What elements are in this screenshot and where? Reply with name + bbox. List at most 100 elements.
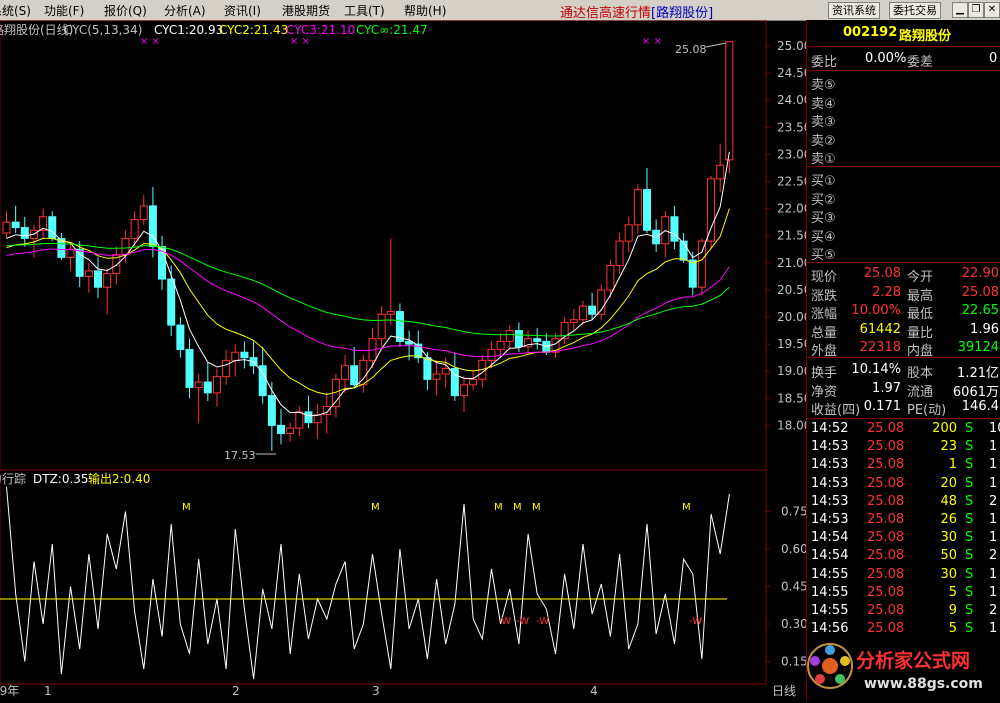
menu-system[interactable]: 系统(S) [0, 2, 31, 19]
stat-value: 39124 [957, 340, 999, 356]
menu-bar: 系统(S) 功能(F) 报价(Q) 分析(A) 资讯(I) 港股期货 工具(T)… [0, 0, 1000, 21]
y-tick-label: 22.50 [777, 175, 806, 189]
menu-help[interactable]: 帮助(H) [404, 2, 446, 19]
sell-level: 卖① [807, 147, 1000, 167]
tick-count: 2 [989, 493, 998, 509]
menu-hk-futures[interactable]: 港股期货 [282, 2, 330, 19]
candlesticks [2, 41, 734, 451]
tick-count: 2 [989, 603, 998, 618]
stat-label: 最低 [907, 307, 934, 323]
tick-time: 14:52 [811, 421, 849, 436]
candle-body [2, 221, 11, 234]
candle-body [222, 359, 231, 378]
tick-time: 14:55 [811, 603, 849, 618]
stock-title-row: 002192 路翔股份 [807, 24, 1000, 44]
buy-label: 买③ [811, 211, 836, 227]
candle-body [267, 395, 276, 426]
stat-label: 净资 [811, 384, 838, 400]
restore-icon[interactable]: ❐ [968, 2, 984, 18]
candle-body [588, 305, 597, 315]
logo-petal [840, 656, 850, 666]
main-plot-border [0, 20, 767, 471]
minimize-icon[interactable]: ▁ [952, 2, 968, 18]
tick-volume: 20 [940, 475, 957, 491]
kline-chart[interactable]: × × × × × × 25.00 24.50 24.00 23.50 23.00 22.50… [0, 20, 806, 700]
tick-side: S [965, 421, 974, 436]
tick-price: 25.08 [867, 621, 905, 637]
divider [807, 262, 1000, 263]
tick-count: 2 [989, 548, 998, 564]
menu-quote[interactable]: 报价(Q) [104, 2, 147, 19]
candle-body [496, 340, 505, 351]
stat-label: 总量 [811, 325, 838, 341]
tick-row: 14:55 25.08 5 S 1 [807, 584, 1000, 602]
candle-body [688, 259, 697, 288]
tick-price: 25.08 [867, 603, 905, 618]
stat-label: 股本 [907, 366, 934, 381]
stock-code: 002192 [843, 25, 898, 40]
sell-level: 卖② [807, 129, 1000, 149]
stat-label: 涨跌 [811, 288, 838, 304]
y-tick-label: 23.00 [777, 147, 806, 161]
sell-label: 卖⑤ [811, 78, 836, 93]
tick-time: 14:53 [811, 512, 849, 527]
menu-tools[interactable]: 工具(T) [344, 2, 385, 19]
logo-petal [815, 674, 825, 684]
cycinf-value: CYC∞:21.47 [356, 23, 428, 37]
tick-row: 14:54 25.08 30 S 1 [807, 529, 1000, 547]
candle-body [578, 305, 587, 321]
menu-info[interactable]: 资讯(I) [224, 2, 261, 19]
info-system-button[interactable]: 资讯系统 [828, 2, 880, 19]
indicator-name[interactable]: CYC(5,13,34) [64, 23, 142, 37]
candle-body [94, 270, 102, 288]
tick-row: 14:52 25.08 200 S 10 [807, 420, 1000, 438]
sub-tick-label: 0.75 [781, 505, 806, 519]
tick-volume: 30 [940, 530, 957, 546]
candle-body [103, 273, 112, 288]
tick-side: S [965, 621, 974, 637]
candle-body [231, 351, 240, 361]
tick-price: 25.08 [867, 493, 905, 509]
tick-count: 1 [989, 512, 998, 527]
candle-body [615, 240, 624, 267]
divider [807, 357, 1000, 358]
tick-count: 10 [989, 421, 1000, 436]
tick-time: 14:54 [811, 548, 849, 564]
tick-count: 1 [989, 621, 998, 637]
stat-label: 换手 [811, 366, 838, 381]
y-tick-label: 20.50 [777, 283, 806, 297]
tick-price: 25.08 [867, 584, 905, 600]
divider [807, 418, 1000, 419]
tick-row: 14:53 25.08 23 S 1 [807, 438, 1000, 456]
candle-body [84, 270, 93, 277]
divider [807, 166, 1000, 167]
tick-volume: 23 [940, 439, 957, 455]
close-icon[interactable]: ✕ [984, 2, 1000, 18]
tick-volume: 9 [948, 603, 957, 618]
weicha-value: 0 [989, 51, 998, 66]
watermark-text: 分析家公式网 [856, 649, 970, 672]
menu-analysis[interactable]: 分析(A) [164, 2, 206, 19]
logo-petal [810, 656, 820, 666]
signal-w-mark: -W [516, 616, 529, 627]
divider [807, 46, 1000, 47]
candle-body [341, 365, 350, 380]
cyc1-value: CYC1:20.93 [154, 23, 223, 37]
tick-time: 14:53 [811, 457, 849, 473]
stat-value: 0.171 [863, 399, 901, 415]
cyc2-value: CYC2:21.43 [219, 23, 288, 37]
stat-label: 流通 [907, 384, 934, 400]
trade-button[interactable]: 委托交易 [889, 2, 941, 19]
signal-m-mark: M [682, 502, 691, 513]
candle-body [505, 330, 514, 342]
tick-volume: 1 [948, 457, 957, 473]
candle-body [212, 376, 221, 394]
stat-row: 总量 61442 量比 1.96 [807, 321, 1000, 341]
candle-body [533, 338, 542, 342]
sell-level: 卖⑤ [807, 73, 1000, 93]
tick-price: 25.08 [867, 439, 905, 455]
signal-mark: × × [642, 36, 662, 47]
menu-function[interactable]: 功能(F) [44, 2, 84, 19]
candle-body [20, 227, 29, 239]
period-label[interactable]: 日线 [772, 684, 796, 698]
